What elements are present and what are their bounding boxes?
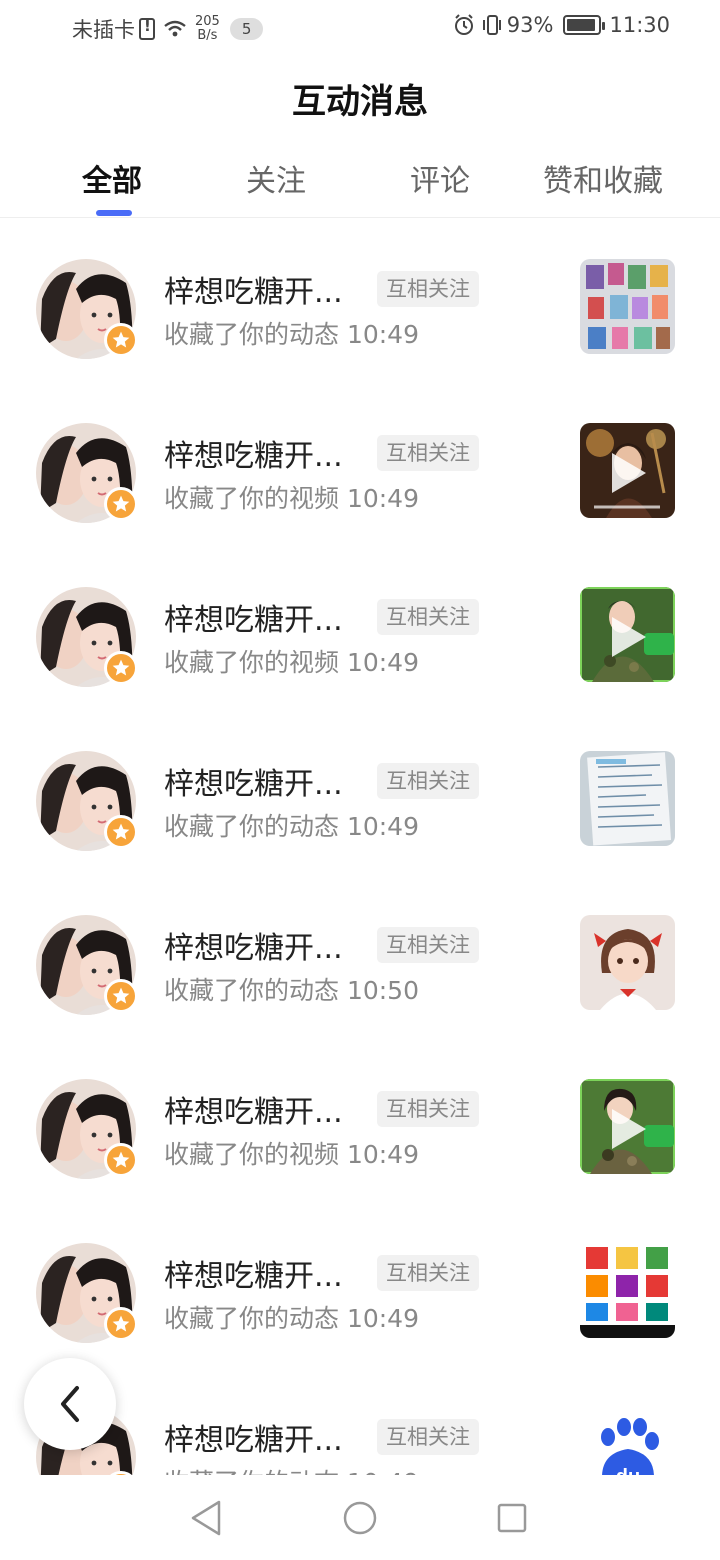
- nav-home-button[interactable]: [340, 1498, 380, 1538]
- list-item[interactable]: 梓想吃糖开... 互相关注收藏了你的动态 10:50: [0, 875, 720, 1039]
- activity-description: 收藏了你的视频 10:49: [164, 484, 419, 513]
- list-item[interactable]: 梓想吃糖开... 互相关注收藏了你的动态 10:49: [0, 711, 720, 875]
- content-thumbnail[interactable]: [580, 1243, 675, 1338]
- content-thumbnail[interactable]: [580, 423, 675, 518]
- favorite-badge: [104, 1307, 138, 1341]
- play-icon: [612, 1109, 646, 1149]
- content-thumbnail[interactable]: [580, 1079, 675, 1174]
- mutual-follow-tag: 互相关注: [377, 1255, 479, 1291]
- clock: 11:30: [609, 13, 670, 37]
- star-icon: [112, 823, 130, 840]
- wifi-icon: [164, 20, 186, 37]
- chevron-left-icon: [61, 1386, 79, 1422]
- favorite-badge: [104, 979, 138, 1013]
- list-item[interactable]: 梓想吃糖开... 互相关注收藏了你的视频 10:49: [0, 547, 720, 711]
- favorite-badge: [104, 487, 138, 521]
- username[interactable]: 梓想吃糖开...: [164, 1251, 343, 1295]
- activity-description: 收藏了你的动态 10:49: [164, 1463, 419, 1475]
- content-thumbnail[interactable]: [580, 259, 675, 354]
- username[interactable]: 梓想吃糖开...: [164, 1415, 343, 1459]
- system-nav-bar: [0, 1476, 720, 1560]
- active-tab-indicator: [96, 210, 132, 216]
- notification-count-badge: 5: [229, 18, 264, 40]
- circle-home-icon: [343, 1501, 377, 1535]
- username[interactable]: 梓想吃糖开...: [164, 267, 343, 311]
- speed-unit: B/s: [197, 28, 218, 43]
- back-button[interactable]: [24, 1358, 116, 1450]
- nav-recent-button[interactable]: [492, 1498, 532, 1538]
- battery-percent: 93%: [506, 13, 554, 37]
- tab-likes-favorites[interactable]: 赞和收藏: [543, 156, 663, 200]
- network-speed: 205 B/s: [195, 15, 220, 43]
- alarm-icon: [454, 14, 473, 35]
- content-thumbnail[interactable]: du: [580, 1407, 675, 1475]
- tab-follow[interactable]: 关注: [246, 156, 306, 200]
- content-thumbnail[interactable]: [580, 751, 675, 846]
- username[interactable]: 梓想吃糖开...: [164, 759, 343, 803]
- svg-text:du: du: [616, 1466, 640, 1475]
- mutual-follow-tag: 互相关注: [377, 599, 479, 635]
- favorite-badge: [104, 651, 138, 685]
- battery-icon: [563, 15, 606, 35]
- list-item[interactable]: 梓想吃糖开... 互相关注收藏了你的视频 10:49: [0, 383, 720, 547]
- mutual-follow-tag: 互相关注: [377, 927, 479, 963]
- activity-description: 收藏了你的视频 10:49: [164, 1140, 419, 1169]
- status-bar: 未插卡 205 B/s 5 93% 11:30: [0, 0, 720, 56]
- list-item[interactable]: 梓想吃糖开... 互相关注收藏了你的视频 10:49: [0, 1039, 720, 1203]
- activity-description: 收藏了你的视频 10:49: [164, 648, 419, 677]
- list-item[interactable]: 梓想吃糖开... 互相关注收藏了你的动态 10:49: [0, 1203, 720, 1367]
- status-left: 未插卡 205 B/s 5: [72, 14, 264, 44]
- carrier-label: 未插卡: [72, 18, 135, 42]
- activity-description: 收藏了你的动态 10:49: [164, 812, 419, 841]
- activity-description: 收藏了你的动态 10:49: [164, 1304, 419, 1333]
- vibrate-icon: [482, 15, 501, 35]
- star-icon: [112, 1151, 130, 1168]
- content-thumbnail[interactable]: [580, 915, 675, 1010]
- mutual-follow-tag: 互相关注: [377, 271, 479, 307]
- play-icon: [612, 617, 646, 657]
- username[interactable]: 梓想吃糖开...: [164, 595, 343, 639]
- triangle-back-icon: [191, 1500, 221, 1536]
- content-thumbnail[interactable]: [580, 587, 675, 682]
- mutual-follow-tag: 互相关注: [377, 435, 479, 471]
- sim-alert-icon: [139, 17, 155, 40]
- username[interactable]: 梓想吃糖开...: [164, 431, 343, 475]
- message-list[interactable]: 梓想吃糖开... 互相关注 收藏了你的动态 10:49 梓想吃糖开... 互相关注 收藏了…: [0, 219, 720, 1475]
- tab-comments[interactable]: 评论: [410, 156, 470, 200]
- speed-value: 205: [195, 14, 220, 29]
- favorite-badge: [104, 815, 138, 849]
- tab-bar: 全部 关注 评论 赞和收藏: [0, 150, 720, 218]
- favorite-badge: [104, 323, 138, 357]
- username[interactable]: 梓想吃糖开...: [164, 1087, 343, 1131]
- mutual-follow-tag: 互相关注: [377, 763, 479, 799]
- tab-all[interactable]: 全部: [82, 156, 142, 200]
- page-title: 互动消息: [292, 82, 428, 122]
- star-icon: [112, 495, 130, 512]
- play-icon: [612, 453, 646, 493]
- status-right: 93% 11:30: [453, 13, 670, 37]
- username[interactable]: 梓想吃糖开...: [164, 923, 343, 967]
- star-icon: [112, 331, 130, 348]
- activity-description: 收藏了你的动态 10:49: [164, 320, 419, 349]
- activity-description: 收藏了你的动态 10:50: [164, 976, 419, 1005]
- star-icon: [112, 1315, 130, 1332]
- mutual-follow-tag: 互相关注: [377, 1419, 479, 1455]
- star-icon: [112, 987, 130, 1004]
- nav-back-button[interactable]: [186, 1498, 226, 1538]
- mutual-follow-tag: 互相关注: [377, 1091, 479, 1127]
- favorite-badge: [104, 1143, 138, 1177]
- list-item[interactable]: 梓想吃糖开... 互相关注收藏了你的动态 10:49: [0, 219, 720, 383]
- square-recent-icon: [497, 1503, 527, 1533]
- star-icon: [112, 659, 130, 676]
